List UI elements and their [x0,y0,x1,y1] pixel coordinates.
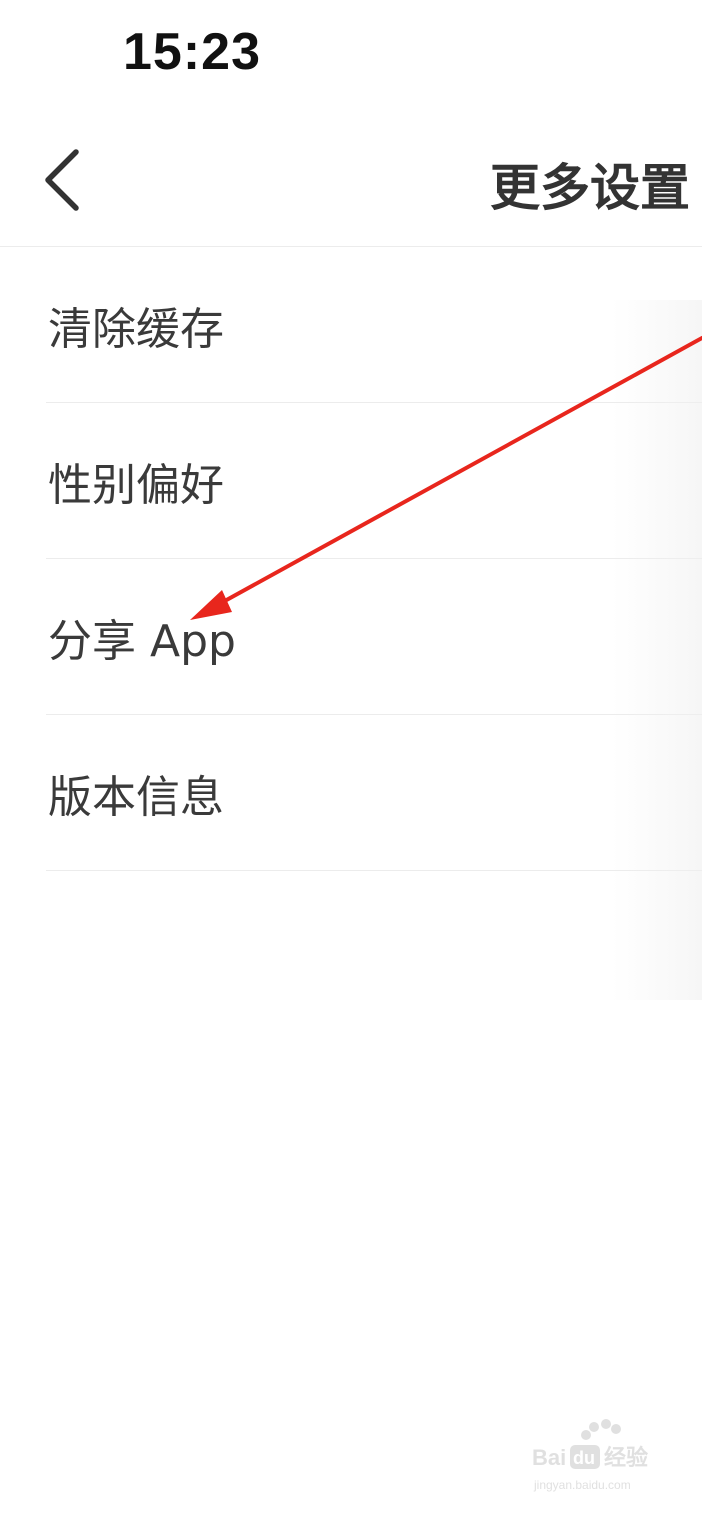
navigation-bar: 更多设置 [0,110,702,247]
status-time: 15:23 [123,23,261,81]
settings-item-version-info[interactable]: 版本信息 [46,715,702,871]
screen: 15:23 更多设置 清除缓存 性别偏好 分享 App 版本信息 Bai du … [0,0,702,1519]
settings-item-clear-cache[interactable]: 清除缓存 [46,247,702,403]
status-bar: 15:23 [0,0,702,110]
settings-item-label: 清除缓存 [48,303,224,355]
svg-text:jingyan.baidu.com: jingyan.baidu.com [533,1478,631,1492]
settings-item-label: 版本信息 [48,771,224,823]
page-title: 更多设置 [490,159,690,217]
svg-text:du: du [573,1448,595,1468]
baidu-paw-icon: Bai du 经验 jingyan.baidu.com [532,1419,648,1492]
watermark-logo: Bai du 经验 jingyan.baidu.com [532,1417,662,1497]
settings-item-label: 性别偏好 [48,459,224,511]
svg-text:Bai: Bai [532,1445,566,1470]
chevron-left-icon [45,149,79,211]
back-button[interactable] [30,140,100,220]
settings-item-share-app[interactable]: 分享 App [46,559,702,715]
settings-item-gender-preference[interactable]: 性别偏好 [46,403,702,559]
settings-item-label: 分享 App [48,615,236,667]
settings-list: 清除缓存 性别偏好 分享 App 版本信息 [0,247,702,871]
svg-text:经验: 经验 [604,1445,648,1471]
